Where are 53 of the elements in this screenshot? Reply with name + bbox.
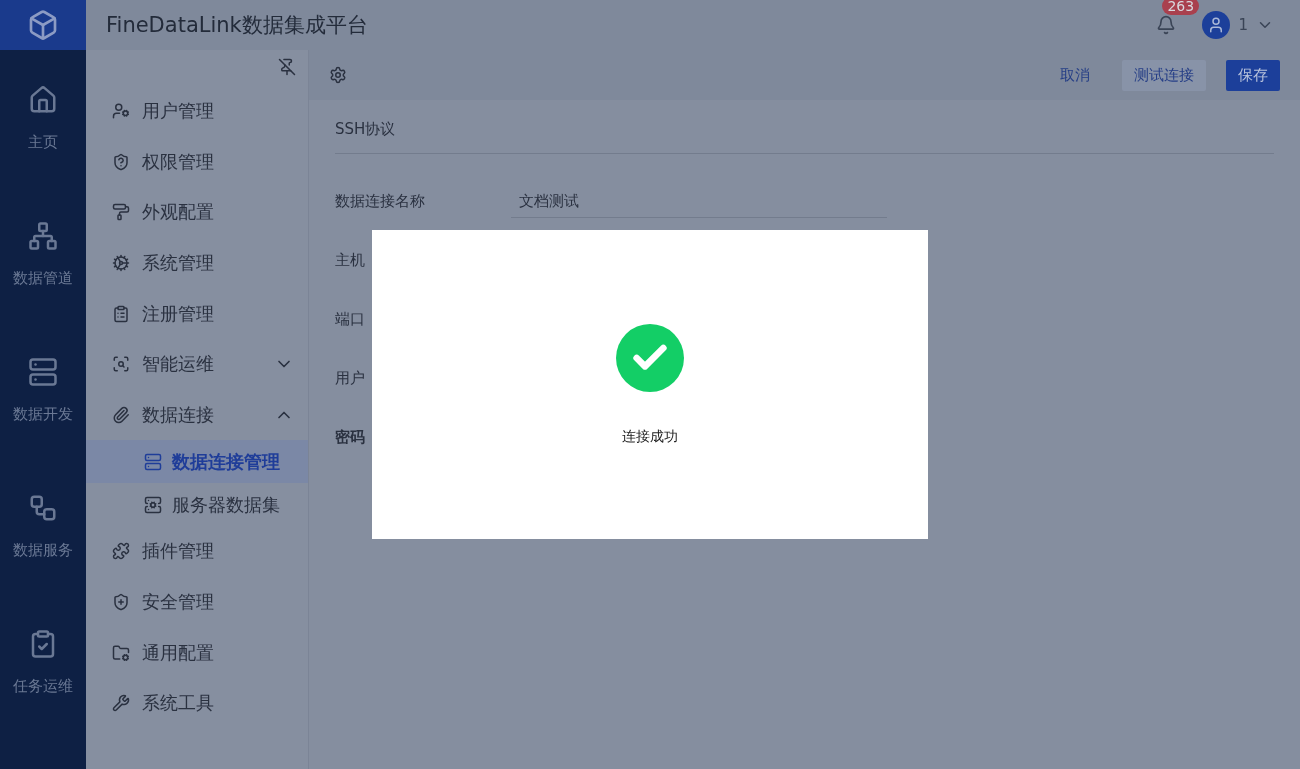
menu-icon xyxy=(112,694,130,713)
field-label: 端口 xyxy=(335,310,366,329)
menu-icon xyxy=(112,643,130,662)
avatar-icon[interactable] xyxy=(1202,11,1231,39)
sidebar-item[interactable]: 插件管理 xyxy=(86,526,308,577)
menu-icon xyxy=(112,102,130,121)
bell-icon[interactable] xyxy=(1156,15,1177,35)
server-icon xyxy=(144,495,162,514)
sidebar-item[interactable]: 智能运维 xyxy=(86,338,308,390)
rail-item[interactable]: 主页 xyxy=(28,50,58,186)
sidebar-subitem[interactable]: 服务器数据集 xyxy=(86,483,308,527)
field-label: 主机 xyxy=(335,251,366,270)
menu-icon xyxy=(112,304,130,323)
menu-icon xyxy=(112,542,130,561)
menu-icon xyxy=(112,355,130,374)
sidebar-item[interactable]: 注册管理 xyxy=(86,288,308,339)
menu-icon xyxy=(112,152,130,171)
app-title: FineDataLink数据集成平台 xyxy=(106,12,369,39)
menu-icon xyxy=(112,203,130,222)
input-field[interactable]: 文档测试 xyxy=(511,185,887,218)
sidebar-item[interactable]: 系统管理 xyxy=(86,237,308,289)
rail-icon xyxy=(28,220,58,251)
sidebar-item[interactable]: 数据连接 xyxy=(86,389,308,441)
sidebar-item[interactable]: 安全管理 xyxy=(86,576,308,628)
field-label: 用户 xyxy=(335,369,366,388)
sidebar-item[interactable]: 系统工具 xyxy=(86,677,308,729)
rail-item[interactable]: 任务运维 xyxy=(13,594,73,730)
field-label: 数据连接名称 xyxy=(335,192,426,211)
menu-icon xyxy=(112,593,130,612)
rail-item[interactable]: 数据管道 xyxy=(13,186,73,322)
server-icon xyxy=(144,452,162,471)
section-title: SSH协议 xyxy=(335,116,1274,154)
rail-icon xyxy=(28,84,58,115)
sidebar-item[interactable]: 用户管理 xyxy=(86,86,308,137)
sidebar-item[interactable]: 权限管理 xyxy=(86,136,308,188)
sidebar-subitem[interactable]: 数据连接管理 xyxy=(86,440,308,484)
link-button[interactable]: 取消 xyxy=(1048,59,1102,91)
notification-count: 263 xyxy=(1162,0,1200,15)
toolbar-button[interactable]: 测试连接 xyxy=(1122,59,1206,91)
dialog-message: 连接成功 xyxy=(622,427,678,446)
menu-icon xyxy=(112,405,130,424)
sidebar-item[interactable]: 外观配置 xyxy=(86,187,308,238)
logo-icon xyxy=(0,0,86,50)
settings-icon[interactable] xyxy=(329,66,347,84)
sidebar-item[interactable]: 通用配置 xyxy=(86,627,308,678)
rail-icon xyxy=(28,356,58,387)
pin-icon[interactable] xyxy=(278,58,296,76)
rail-item[interactable]: 数据开发 xyxy=(13,322,73,458)
field-label: 密码 xyxy=(335,428,366,447)
rail-item[interactable]: 数据服务 xyxy=(13,458,73,594)
menu-icon xyxy=(112,254,130,273)
toolbar-button[interactable]: 保存 xyxy=(1226,59,1280,91)
user-name[interactable]: 1 xyxy=(1238,16,1248,34)
